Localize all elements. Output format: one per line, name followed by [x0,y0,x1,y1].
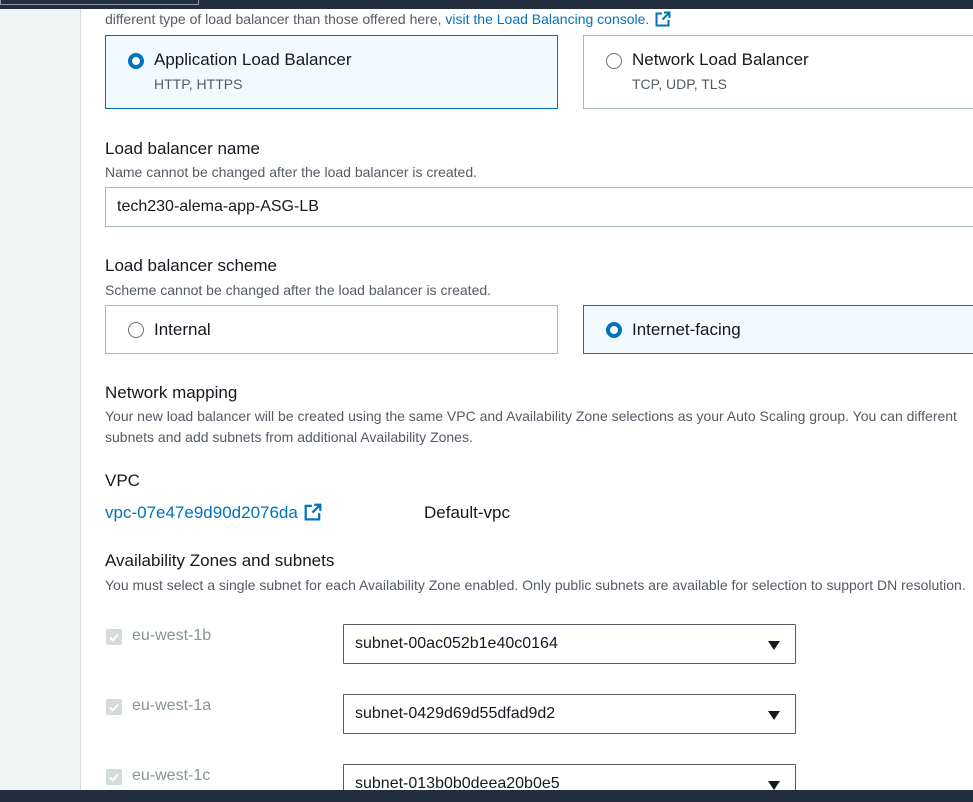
lb-name-description: Name cannot be changed after the load ba… [105,164,478,180]
lb-scheme-description: Scheme cannot be changed after the load … [105,282,492,298]
scheme-internal-radio[interactable] [128,322,144,338]
az-subnets-label: Availability Zones and subnets [105,551,335,570]
application-lb-radio[interactable] [128,53,144,69]
scheme-internet-facing-tile[interactable]: Internet-facing [583,305,973,354]
application-lb-protocols: HTTP, HTTPS [154,76,243,92]
checkmark-icon [109,633,119,642]
caret-down-icon [768,641,780,650]
zone-eu-west-1c-label: eu-west-1c [132,767,211,784]
network-load-balancer-tile[interactable]: Network Load Balancer TCP, UDP, TLS [583,35,973,109]
scheme-internal-label: Internal [154,320,211,339]
top-navigation-bar [0,0,973,9]
lb-name-label: Load balancer name [105,139,261,158]
az-subnets-description: You must select a single subnet for each… [105,577,966,593]
scheme-internet-facing-label: Internet-facing [632,320,741,339]
zone-eu-west-1b-label: eu-west-1b [132,627,212,644]
caret-down-icon [768,711,780,720]
vpc-id-link[interactable]: vpc-07e47e9d90d2076da [105,503,322,523]
external-link-icon [655,11,671,27]
network-mapping-description: Your new load balancer will be created u… [105,408,957,445]
network-mapping-label: Network mapping [105,383,238,402]
network-lb-radio[interactable] [606,53,622,69]
lb-name-input[interactable]: tech230-alema-app-ASG-LB [105,187,973,227]
left-side-panel [0,9,81,790]
caret-down-icon [768,781,780,790]
checkmark-icon [109,773,119,782]
zone-eu-west-1c-checkbox[interactable] [106,769,122,785]
external-link-icon [304,503,322,521]
application-lb-title: Application Load Balancer [154,50,352,69]
vpc-name: Default-vpc [424,503,510,522]
network-lb-protocols: TCP, UDP, TLS [632,76,727,92]
subnet-select-eu-west-1c[interactable]: subnet-013b0b0deea20b0e5 [343,764,796,790]
subnet-select-value: subnet-0429d69d55dfad9d2 [355,705,556,722]
network-lb-title: Network Load Balancer [632,50,809,69]
vpc-label: VPC [105,471,140,490]
intro-text: different type of load balancer than tho… [105,11,442,27]
subnet-select-value: subnet-00ac052b1e40c0164 [355,635,558,652]
zone-eu-west-1b-checkbox[interactable] [106,629,122,645]
top-tab-edge [0,0,199,5]
main-content: different type of load balancer than tho… [81,9,973,790]
bottom-bar [0,790,973,802]
application-load-balancer-tile[interactable]: Application Load Balancer HTTP, HTTPS [105,35,558,109]
scheme-internet-facing-radio[interactable] [606,322,622,338]
scheme-internal-tile[interactable]: Internal [105,305,558,354]
subnet-select-value: subnet-013b0b0deea20b0e5 [355,775,560,790]
checkmark-icon [109,703,119,712]
subnet-select-eu-west-1b[interactable]: subnet-00ac052b1e40c0164 [343,624,796,664]
zone-eu-west-1a-label: eu-west-1a [132,697,212,714]
subnet-select-eu-west-1a[interactable]: subnet-0429d69d55dfad9d2 [343,694,796,734]
lb-scheme-label: Load balancer scheme [105,256,278,275]
lb-type-intro-text: different type of load balancer than tho… [105,11,671,27]
load-balancing-console-link[interactable]: visit the Load Balancing console. [445,11,671,27]
zone-eu-west-1a-checkbox[interactable] [106,699,122,715]
